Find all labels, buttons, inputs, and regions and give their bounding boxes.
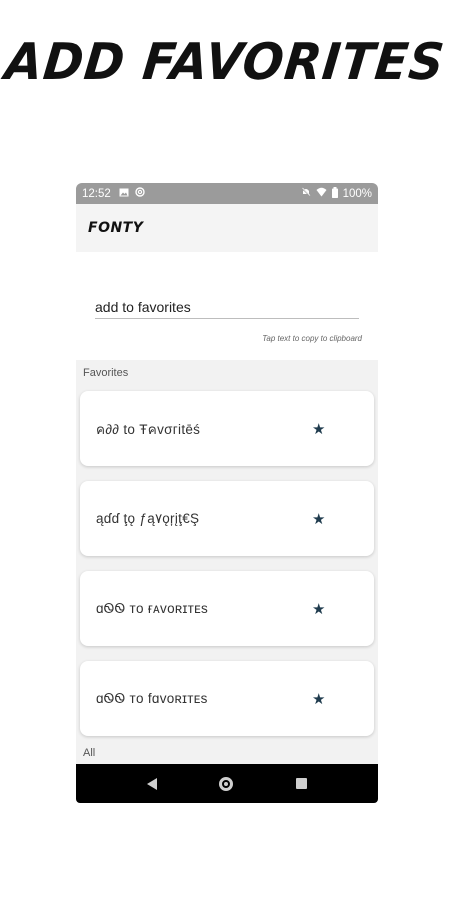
phone-screen: 12:52 100% FONTY Tap text to copy to cli…	[76, 183, 378, 803]
all-label: All	[83, 747, 96, 759]
app-bar: FONTY	[76, 204, 378, 252]
status-time: 12:52	[82, 187, 111, 200]
text-input[interactable]	[95, 296, 359, 319]
battery-icon	[331, 186, 338, 201]
copy-hint: Tap text to copy to clipboard	[262, 334, 362, 343]
star-icon[interactable]: ★	[312, 690, 325, 708]
favorite-card[interactable]: ɑᏫᏫ ᴛᴏ fɑᴠᴏʀɪᴛᴇs ★	[80, 661, 374, 736]
input-area: Tap text to copy to clipboard	[76, 252, 378, 360]
favorite-text[interactable]: ɑᏫᏫ ᴛᴏ fɑᴠᴏʀɪᴛᴇs	[96, 691, 208, 707]
favorite-card[interactable]: ąɗɗ ţǫ ƒą۷ǫŗįţ€Ş ★	[80, 481, 374, 556]
favorites-label: Favorites	[83, 367, 129, 379]
at-icon	[135, 187, 145, 200]
favorite-text[interactable]: ąɗɗ ţǫ ƒą۷ǫŗįţ€Ş	[96, 511, 199, 527]
star-icon[interactable]: ★	[312, 510, 325, 528]
battery-percent: 100%	[342, 187, 372, 200]
favorite-card[interactable]: ค∂∂ to Ŧคvσгitēś ★	[80, 391, 374, 466]
back-icon[interactable]	[147, 777, 158, 790]
favorite-text[interactable]: ค∂∂ to Ŧคvσгitēś	[96, 418, 200, 440]
wifi-icon	[316, 187, 327, 200]
app-title: FONTY	[88, 220, 144, 236]
favorite-card[interactable]: ɑᏫᏫ ᴛᴏ ғᴀᴠᴏʀɪᴛᴇs ★	[80, 571, 374, 646]
home-icon[interactable]	[219, 776, 234, 791]
nav-bar	[76, 764, 378, 803]
star-icon[interactable]: ★	[312, 600, 325, 618]
mute-icon	[301, 187, 311, 200]
promo-headline: ADD FAVORITES	[2, 32, 448, 92]
recents-icon[interactable]	[295, 778, 307, 789]
image-icon	[119, 188, 129, 200]
status-bar: 12:52 100%	[76, 183, 378, 204]
favorite-text[interactable]: ɑᏫᏫ ᴛᴏ ғᴀᴠᴏʀɪᴛᴇs	[96, 601, 208, 617]
star-icon[interactable]: ★	[312, 420, 325, 438]
